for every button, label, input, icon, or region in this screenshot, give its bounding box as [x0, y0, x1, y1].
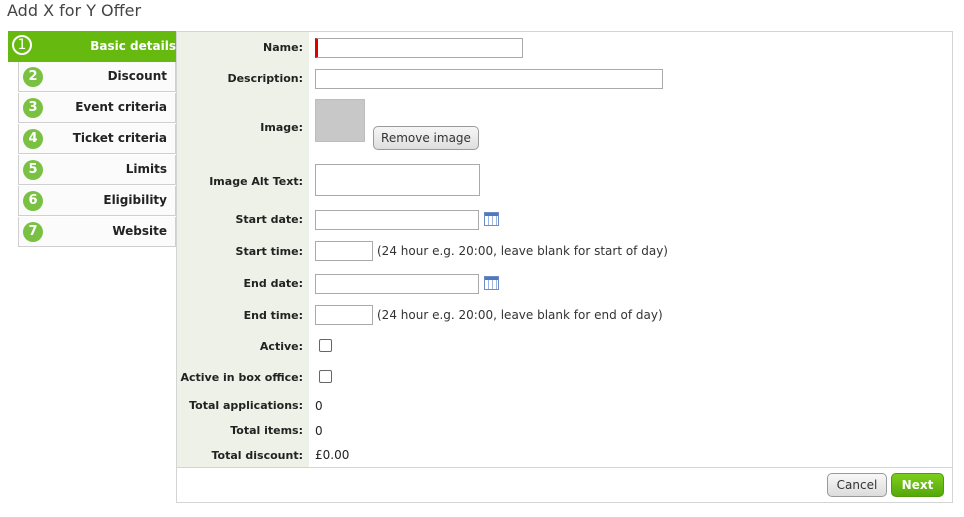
- step-website[interactable]: 7 Website: [18, 217, 176, 247]
- step-label: Limits: [125, 162, 167, 176]
- end-time-hint: (24 hour e.g. 20:00, leave blank for end…: [377, 308, 663, 322]
- description-input[interactable]: [315, 69, 663, 89]
- end-date-input[interactable]: [315, 274, 479, 294]
- image-alt-input[interactable]: [315, 164, 480, 196]
- step-label: Ticket criteria: [72, 131, 167, 145]
- total-items-label: Total items:: [230, 424, 303, 437]
- active-checkbox[interactable]: [319, 339, 332, 352]
- step-label: Eligibility: [103, 193, 167, 207]
- next-button[interactable]: Next: [891, 473, 944, 497]
- step-ticket-criteria[interactable]: 4 Ticket criteria: [18, 124, 176, 154]
- step-event-criteria[interactable]: 3 Event criteria: [18, 93, 176, 123]
- start-time-input[interactable]: [315, 241, 373, 261]
- total-applications-value: 0: [315, 399, 323, 413]
- image-label: Image:: [260, 121, 303, 134]
- total-items-value: 0: [315, 424, 323, 438]
- description-label: Description:: [227, 72, 303, 85]
- box-office-checkbox[interactable]: [319, 370, 332, 383]
- step-discount[interactable]: 2 Discount: [18, 62, 176, 92]
- footer-divider: [177, 467, 952, 468]
- page-title: Add X for Y Offer: [7, 1, 142, 20]
- step-number: 6: [23, 191, 43, 211]
- start-time-label: Start time:: [235, 245, 303, 258]
- remove-image-button[interactable]: Remove image: [373, 126, 479, 150]
- name-label: Name:: [263, 41, 303, 54]
- cancel-button[interactable]: Cancel: [827, 473, 887, 497]
- step-label: Basic details: [90, 39, 176, 53]
- step-limits[interactable]: 5 Limits: [18, 155, 176, 185]
- step-number: 3: [23, 98, 43, 118]
- step-number: 7: [23, 222, 43, 242]
- active-label: Active:: [259, 340, 303, 353]
- step-label: Event criteria: [75, 100, 167, 114]
- calendar-icon[interactable]: [484, 212, 499, 226]
- step-number: 2: [23, 67, 43, 87]
- step-eligibility[interactable]: 6 Eligibility: [18, 186, 176, 216]
- step-number: 4: [23, 129, 43, 149]
- step-number: 5: [23, 160, 43, 180]
- start-date-label: Start date:: [235, 213, 303, 226]
- total-discount-value: £0.00: [315, 448, 350, 462]
- image-placeholder: [315, 99, 365, 142]
- step-basic-details[interactable]: 1 Basic details: [8, 31, 192, 62]
- start-time-hint: (24 hour e.g. 20:00, leave blank for sta…: [377, 244, 668, 258]
- box-office-label: Active in box office:: [180, 371, 303, 384]
- step-number: 1: [12, 35, 32, 55]
- start-date-input[interactable]: [315, 210, 479, 230]
- end-date-label: End date:: [243, 277, 303, 290]
- total-applications-label: Total applications:: [189, 399, 303, 412]
- image-alt-label: Image Alt Text:: [209, 175, 303, 188]
- end-time-label: End time:: [243, 309, 303, 322]
- name-input[interactable]: [315, 38, 523, 58]
- total-discount-label: Total discount:: [211, 449, 303, 462]
- step-label: Website: [112, 224, 167, 238]
- step-label: Discount: [107, 69, 167, 83]
- end-time-input[interactable]: [315, 305, 373, 325]
- calendar-icon[interactable]: [484, 276, 499, 290]
